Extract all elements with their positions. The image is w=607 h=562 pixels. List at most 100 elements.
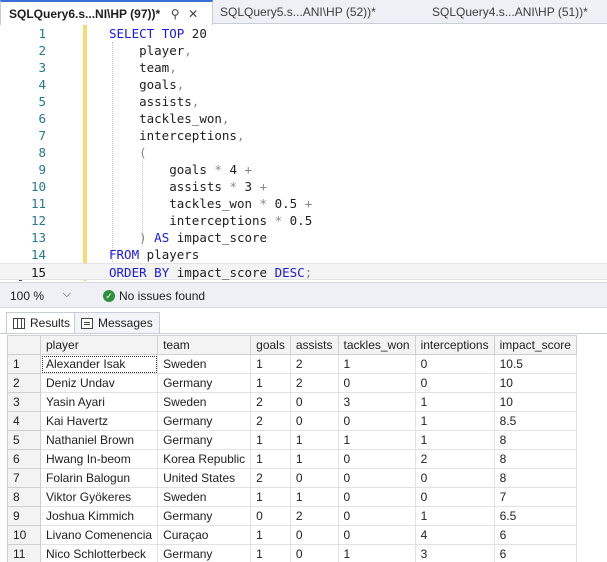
cell-goals[interactable]: 1 xyxy=(250,525,291,545)
cell-team[interactable]: Germany xyxy=(157,544,252,562)
row-number[interactable]: 3 xyxy=(7,392,41,412)
row-number-header[interactable] xyxy=(7,335,41,355)
cell-team[interactable]: Korea Republic xyxy=(157,449,252,469)
row-number[interactable]: 7 xyxy=(7,468,41,488)
cell-impact-score[interactable]: 8.5 xyxy=(493,411,577,431)
cell-interceptions[interactable]: 0 xyxy=(414,373,495,393)
cell-assists[interactable]: 0 xyxy=(289,525,339,545)
table-row[interactable]: 2 Deniz Undav Germany 1 2 0 0 10 xyxy=(7,373,577,393)
cell-assists[interactable]: 0 xyxy=(289,411,339,431)
cell-tackles-won[interactable]: 0 xyxy=(337,487,416,507)
table-row[interactable]: 4 Kai Havertz Germany 2 0 0 1 8.5 xyxy=(7,411,577,431)
column-header-goals[interactable]: goals xyxy=(250,335,291,355)
table-row[interactable]: 11 Nico Schlotterbeck Germany 1 0 1 3 6 xyxy=(7,544,577,562)
cell-tackles-won[interactable]: 0 xyxy=(337,525,416,545)
cell-tackles-won[interactable]: 0 xyxy=(337,373,416,393)
cell-team[interactable]: United States xyxy=(157,468,252,488)
cell-team[interactable]: Germany xyxy=(157,430,252,450)
cell-goals[interactable]: 0 xyxy=(250,506,291,526)
cell-interceptions[interactable]: 0 xyxy=(414,487,495,507)
column-header-player[interactable]: player xyxy=(39,335,159,355)
cell-assists[interactable]: 2 xyxy=(289,506,339,526)
row-number[interactable]: 8 xyxy=(7,487,41,507)
query-editor[interactable]: 1 SELECT TOP 20 2 player, 3 team, 4 goals, 5 … xyxy=(0,25,607,281)
code-line[interactable]: 11 tackles_won * 0.5 + xyxy=(0,195,607,212)
cell-tackles-won[interactable]: 0 xyxy=(337,506,416,526)
cell-assists[interactable]: 1 xyxy=(289,487,339,507)
cell-interceptions[interactable]: 1 xyxy=(414,430,495,450)
cell-interceptions[interactable]: 3 xyxy=(414,544,495,562)
cell-tackles-won[interactable]: 0 xyxy=(337,468,416,488)
cell-tackles-won[interactable]: 0 xyxy=(337,449,416,469)
cell-team[interactable]: Sweden xyxy=(157,487,252,507)
cell-team[interactable]: Germany xyxy=(157,373,252,393)
tab-sqlquery5[interactable]: SQLQuery5.s...ANI\HP (52))* xyxy=(220,0,376,24)
cell-goals[interactable]: 2 xyxy=(250,392,291,412)
column-header-tackles-won[interactable]: tackles_won xyxy=(337,335,416,355)
code-line[interactable]: 1 SELECT TOP 20 xyxy=(0,25,607,42)
zoom-select[interactable]: 100 % ⌵ xyxy=(5,286,77,305)
column-header-impact-score[interactable]: impact_score xyxy=(493,335,577,355)
cell-player[interactable]: Deniz Undav xyxy=(39,373,159,393)
cell-team[interactable]: Germany xyxy=(157,506,252,526)
code-line[interactable]: 12 interceptions * 0.5 xyxy=(0,212,607,229)
cell-tackles-won[interactable]: 3 xyxy=(337,392,416,412)
code-line[interactable]: 15 ORDER BY impact_score DESC; xyxy=(0,263,607,280)
cell-player[interactable]: Viktor Gyökeres xyxy=(39,487,159,507)
cell-assists[interactable]: 2 xyxy=(289,373,339,393)
code-line[interactable]: 8 ( xyxy=(0,144,607,161)
cell-player[interactable]: Alexander Isak xyxy=(39,354,159,374)
column-header-team[interactable]: team xyxy=(157,335,252,355)
table-row[interactable]: 10 Livano Comenencia Curaçao 1 0 0 4 6 xyxy=(7,525,577,545)
cell-impact-score[interactable]: 8 xyxy=(493,468,577,488)
cell-goals[interactable]: 1 xyxy=(250,449,291,469)
cell-tackles-won[interactable]: 0 xyxy=(337,411,416,431)
cell-player[interactable]: Yasin Ayari xyxy=(39,392,159,412)
code-line[interactable]: 10 assists * 3 + xyxy=(0,178,607,195)
table-row[interactable]: 5 Nathaniel Brown Germany 1 1 1 1 8 xyxy=(7,430,577,450)
tab-messages[interactable]: Messages xyxy=(74,312,160,333)
cell-impact-score[interactable]: 8 xyxy=(493,430,577,450)
table-row[interactable]: 8 Viktor Gyökeres Sweden 1 1 0 0 7 xyxy=(7,487,577,507)
cell-player[interactable]: Kai Havertz xyxy=(39,411,159,431)
code-line[interactable]: 5 assists, xyxy=(0,93,607,110)
cell-player[interactable]: Nico Schlotterbeck xyxy=(39,544,159,562)
code-line[interactable]: 3 team, xyxy=(0,59,607,76)
cell-player[interactable]: Joshua Kimmich xyxy=(39,506,159,526)
cell-impact-score[interactable]: 6.5 xyxy=(493,506,577,526)
code-line[interactable]: 7 interceptions, xyxy=(0,127,607,144)
code-line[interactable]: 4 goals, xyxy=(0,76,607,93)
code-line[interactable]: 14 FROM players xyxy=(0,246,607,263)
code-line[interactable]: 9 goals * 4 + xyxy=(0,161,607,178)
row-number[interactable]: 1 xyxy=(7,354,41,374)
cell-team[interactable]: Curaçao xyxy=(157,525,252,545)
cell-impact-score[interactable]: 6 xyxy=(493,525,577,545)
cell-impact-score[interactable]: 7 xyxy=(493,487,577,507)
pin-icon[interactable]: ⚲ xyxy=(166,5,184,23)
cell-goals[interactable]: 1 xyxy=(250,544,291,562)
cell-impact-score[interactable]: 10 xyxy=(493,392,577,412)
cell-impact-score[interactable]: 10 xyxy=(493,373,577,393)
table-row[interactable]: 7 Folarin Balogun United States 2 0 0 0 8 xyxy=(7,468,577,488)
row-number[interactable]: 4 xyxy=(7,411,41,431)
close-icon[interactable]: ✕ xyxy=(184,5,202,23)
cell-interceptions[interactable]: 0 xyxy=(414,468,495,488)
column-header-interceptions[interactable]: interceptions xyxy=(414,335,495,355)
cell-goals[interactable]: 1 xyxy=(250,354,291,374)
cell-assists[interactable]: 0 xyxy=(289,544,339,562)
cell-player[interactable]: Livano Comenencia xyxy=(39,525,159,545)
tab-results[interactable]: Results xyxy=(6,312,78,333)
row-number[interactable]: 2 xyxy=(7,373,41,393)
cell-impact-score[interactable]: 8 xyxy=(493,449,577,469)
cell-interceptions[interactable]: 1 xyxy=(414,506,495,526)
cell-team[interactable]: Sweden xyxy=(157,354,252,374)
cell-assists[interactable]: 1 xyxy=(289,449,339,469)
cell-goals[interactable]: 1 xyxy=(250,487,291,507)
code-line[interactable]: 2 player, xyxy=(0,42,607,59)
cell-tackles-won[interactable]: 1 xyxy=(337,430,416,450)
cell-interceptions[interactable]: 1 xyxy=(414,392,495,412)
cell-goals[interactable]: 1 xyxy=(250,430,291,450)
column-header-assists[interactable]: assists xyxy=(289,335,339,355)
tab-sqlquery4[interactable]: SQLQuery4.s...ANI\HP (51))* xyxy=(432,0,588,24)
cell-assists[interactable]: 0 xyxy=(289,392,339,412)
